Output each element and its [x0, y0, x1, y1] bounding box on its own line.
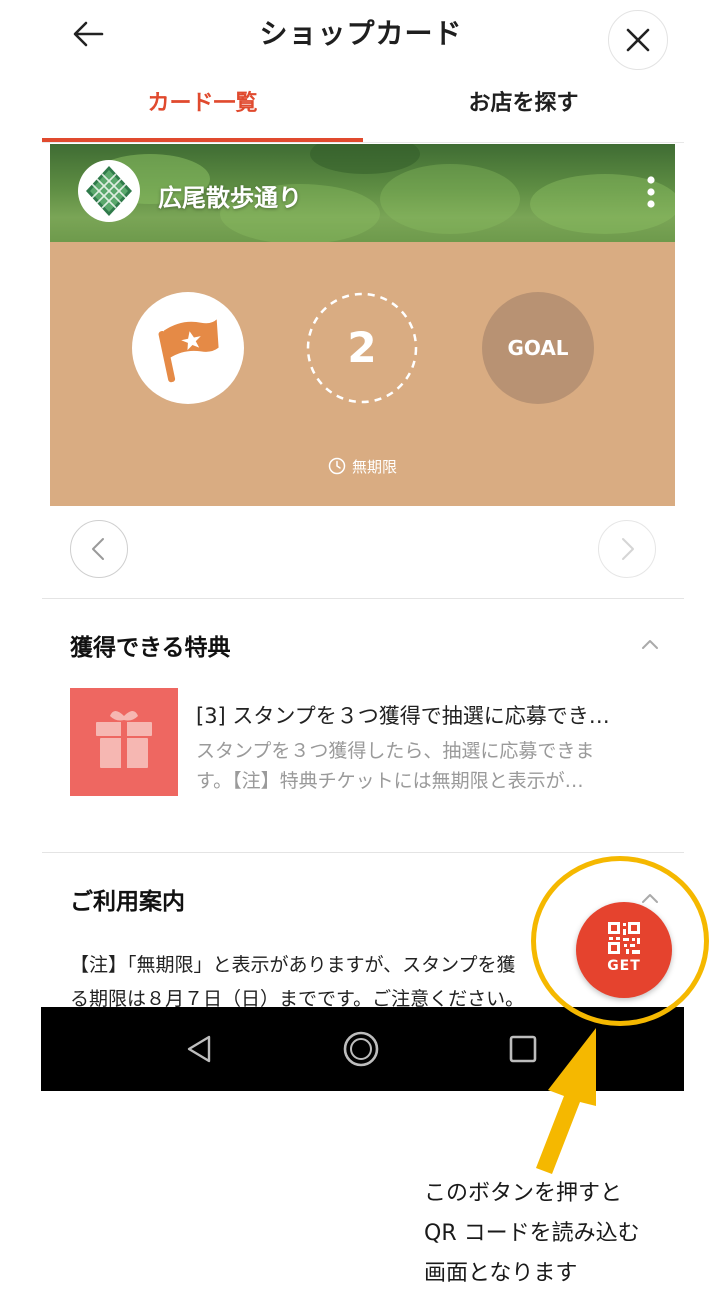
previous-card-button[interactable]: [70, 520, 128, 578]
benefit-title[interactable]: [3] スタンプを３つ獲得で抽選に応募でき…: [196, 700, 654, 730]
chevron-left-icon: [92, 538, 104, 560]
more-vertical-icon: [647, 176, 655, 208]
card-banner-image: [50, 144, 675, 242]
usage-info-title: ご利用案内: [70, 889, 185, 915]
clock-icon: [328, 457, 346, 475]
nav-back-icon[interactable]: [181, 1031, 217, 1067]
stamp-count: 2: [347, 323, 377, 372]
next-card-button[interactable]: [598, 520, 656, 578]
close-button[interactable]: [608, 10, 668, 70]
nav-home-icon[interactable]: [341, 1029, 381, 1069]
tab-card-list[interactable]: カード一覧: [42, 72, 363, 142]
expiry-info: 無期限: [50, 456, 675, 477]
annotation-line: QR コードを読み込む: [424, 1221, 640, 1246]
annotation-line: このボタンを押すと: [424, 1181, 623, 1206]
flag-icon: [158, 319, 219, 383]
shop-name: 広尾散歩通り: [158, 184, 302, 212]
annotation-text: このボタンを押すと QR コードを読み込む 画面となります: [424, 1174, 714, 1294]
card-menu-button[interactable]: [638, 172, 664, 212]
highlight-ring: [531, 856, 709, 1026]
gift-icon: [96, 711, 152, 768]
close-icon: [626, 28, 650, 52]
benefit-desc-line: スタンプを３つ獲得したら、抽選に応募できま: [196, 740, 595, 762]
benefit-description: スタンプを３つ獲得したら、抽選に応募できま す。【注】特典チケットには無期限と表…: [196, 736, 654, 796]
tab-bar: カード一覧 お店を探す: [42, 72, 684, 143]
stamp-slot-goal: GOAL: [482, 292, 594, 404]
benefits-title: 獲得できる特典: [70, 635, 231, 661]
benefit-desc-line: す。【注】特典チケットには無期限と表示が…: [196, 770, 584, 792]
chevron-right-icon: [622, 538, 634, 560]
divider: [42, 852, 684, 853]
shop-logo: [78, 160, 140, 222]
annotation-arrow: [536, 1028, 596, 1174]
divider: [42, 598, 684, 599]
stamp-slot-start: [132, 292, 244, 404]
benefit-thumbnail[interactable]: [70, 688, 178, 796]
tab-find-shops[interactable]: お店を探す: [363, 72, 684, 140]
annotation-line: 画面となります: [424, 1261, 578, 1286]
chevron-up-icon[interactable]: [638, 636, 662, 652]
expiry-text: 無期限: [351, 458, 397, 476]
